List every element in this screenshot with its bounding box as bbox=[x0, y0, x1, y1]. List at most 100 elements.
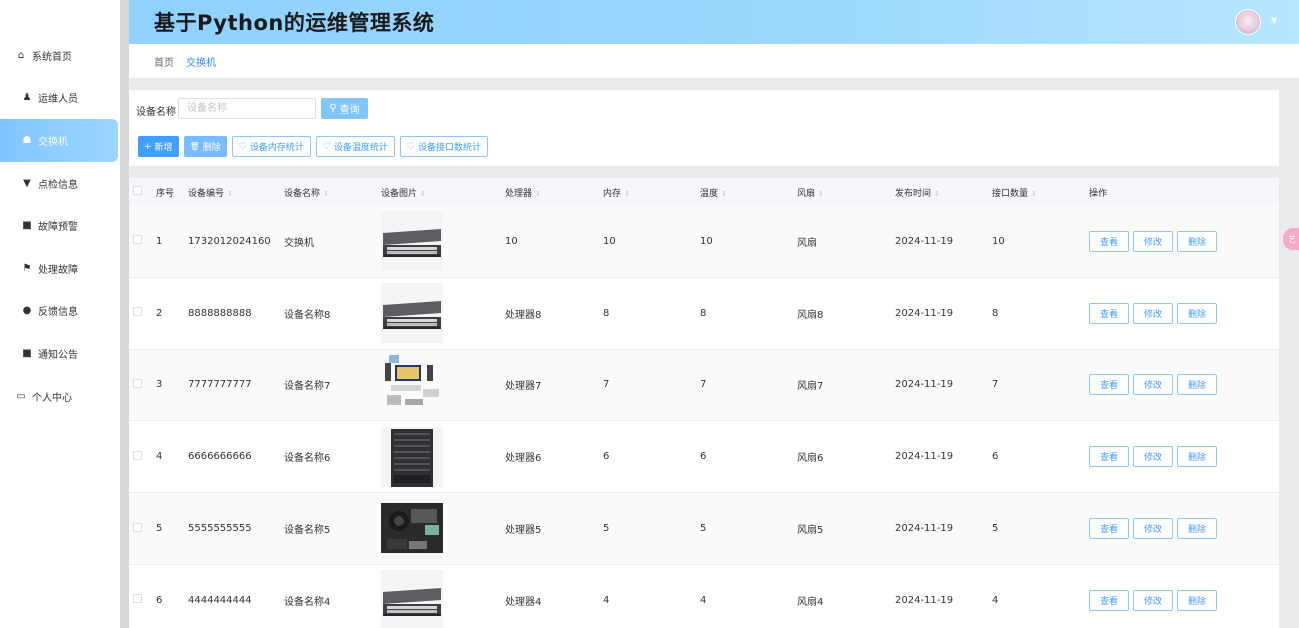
cell-fan: 风扇 bbox=[797, 237, 817, 249]
row-checkbox[interactable] bbox=[133, 235, 142, 245]
table-header: 序号 设备编号 ⇕ 设备名称 ⇕ 设备图片 ⇕ 处理器 ⇕ 内存 ⇕ 温度 ⇕ 风扇 ⇕ 发布… bbox=[129, 178, 1279, 206]
edit-button[interactable]: 修改 bbox=[1133, 374, 1173, 396]
sidebar-item-staff[interactable]: ♟ 运维人员 bbox=[0, 77, 120, 120]
breadcrumb: 首页 交换机 bbox=[129, 44, 1299, 78]
edit-button[interactable]: 修改 bbox=[1133, 589, 1173, 611]
add-button[interactable]: + 新增 bbox=[138, 136, 179, 157]
cell-memory: 10 bbox=[603, 235, 616, 247]
cell-code: 7777777777 bbox=[188, 379, 252, 391]
sidebar-item-fault-warning[interactable]: ■ 故障预警 bbox=[0, 204, 120, 247]
col-cpu[interactable]: 处理器 ⇕ bbox=[505, 186, 603, 199]
row-delete-button[interactable]: 删除 bbox=[1177, 374, 1217, 396]
device-image[interactable] bbox=[381, 283, 443, 344]
sort-icon[interactable]: ⇕ bbox=[721, 190, 727, 198]
funnel-icon: ▼ bbox=[23, 177, 31, 189]
col-cpu-label: 处理器 bbox=[505, 188, 533, 199]
sidebar-scrollbar[interactable] bbox=[120, 0, 129, 628]
table-body: 1 1732012024160 交换机 10 10 10 风扇 2024-11-… bbox=[129, 206, 1279, 628]
device-image[interactable] bbox=[381, 211, 443, 272]
view-button[interactable]: 查看 bbox=[1089, 446, 1129, 468]
row-delete-button[interactable]: 删除 bbox=[1177, 518, 1217, 540]
sidebar-item-feedback[interactable]: ● 反馈信息 bbox=[0, 290, 120, 333]
device-image[interactable] bbox=[381, 498, 443, 559]
bulb-icon: ● bbox=[22, 305, 32, 317]
cell-index: 4 bbox=[156, 451, 163, 463]
avatar[interactable] bbox=[1235, 9, 1261, 35]
sort-icon[interactable]: ⇕ bbox=[818, 190, 824, 198]
view-button[interactable]: 查看 bbox=[1089, 230, 1129, 252]
caret-down-icon[interactable]: ▼ bbox=[1271, 16, 1277, 25]
col-ports-label: 接口数量 bbox=[992, 188, 1029, 199]
view-button[interactable]: 查看 bbox=[1089, 374, 1129, 396]
sort-icon[interactable]: ⇕ bbox=[420, 190, 426, 198]
cell-temperature: 10 bbox=[700, 235, 713, 247]
search-icon: ⚲ bbox=[329, 103, 337, 114]
device-image[interactable] bbox=[381, 426, 443, 487]
col-date[interactable]: 发布时间 ⇕ bbox=[895, 186, 992, 199]
sort-icon[interactable]: ⇕ bbox=[227, 190, 233, 198]
col-memory[interactable]: 内存 ⇕ bbox=[603, 186, 700, 199]
edit-button[interactable]: 修改 bbox=[1133, 518, 1173, 540]
delete-button[interactable]: 🗑 删除 bbox=[183, 136, 227, 157]
col-temperature[interactable]: 温度 ⇕ bbox=[700, 186, 797, 199]
sort-icon[interactable]: ⇕ bbox=[934, 190, 940, 198]
sidebar-item-handle-fault[interactable]: ⚑ 处理故障 bbox=[0, 247, 120, 290]
sidebar-item-notice[interactable]: ■ 通知公告 bbox=[0, 332, 120, 375]
cell-ops: 查看 修改 删除 bbox=[1089, 230, 1259, 252]
row-checkbox[interactable] bbox=[133, 450, 142, 460]
sidebar-item-inspection[interactable]: ▼ 点检信息 bbox=[0, 162, 120, 205]
delete-button-label: 删除 bbox=[202, 143, 221, 153]
device-image[interactable] bbox=[381, 354, 443, 415]
cell-code: 1732012024160 bbox=[188, 235, 271, 247]
row-delete-button[interactable]: 删除 bbox=[1177, 589, 1217, 611]
cell-index: 3 bbox=[156, 379, 163, 391]
toolbar: + 新增 🗑 删除 ♡ 设备内存统计 ♡ 设备温度统计 ♡ 设备接口数统计 bbox=[138, 136, 489, 157]
device-image[interactable] bbox=[381, 570, 443, 628]
edit-button[interactable]: 修改 bbox=[1133, 230, 1173, 252]
col-image[interactable]: 设备图片 ⇕ bbox=[381, 186, 505, 199]
sort-icon[interactable]: ⇕ bbox=[1031, 190, 1037, 198]
sidebar-item-label: 通知公告 bbox=[38, 349, 78, 361]
cell-ports: 4 bbox=[992, 594, 999, 606]
sidebar-item-label: 点检信息 bbox=[38, 179, 78, 191]
cell-ports: 6 bbox=[992, 451, 999, 463]
row-delete-button[interactable]: 删除 bbox=[1177, 446, 1217, 468]
sidebar-item-switch[interactable]: ☗ 交换机 bbox=[0, 119, 118, 162]
heart-icon: ♡ bbox=[238, 141, 247, 152]
sidebar-item-profile[interactable]: ▭ 个人中心 bbox=[0, 375, 120, 418]
col-code[interactable]: 设备编号 ⇕ bbox=[188, 186, 284, 199]
port-stats-button[interactable]: ♡ 设备接口数统计 bbox=[399, 136, 489, 157]
edit-button[interactable]: 修改 bbox=[1133, 302, 1173, 324]
temperature-stats-button[interactable]: ♡ 设备温度统计 bbox=[315, 136, 395, 157]
sort-icon[interactable]: ⇕ bbox=[323, 190, 329, 198]
side-float-tab[interactable]: 艺 bbox=[1283, 228, 1299, 250]
row-delete-button[interactable]: 删除 bbox=[1177, 230, 1217, 252]
sort-icon[interactable]: ⇕ bbox=[535, 190, 541, 198]
search-input[interactable] bbox=[178, 98, 316, 119]
view-button[interactable]: 查看 bbox=[1089, 589, 1129, 611]
select-all-checkbox[interactable] bbox=[133, 186, 142, 195]
row-checkbox[interactable] bbox=[133, 522, 142, 532]
breadcrumb-home[interactable]: 首页 bbox=[154, 54, 174, 69]
col-fan[interactable]: 风扇 ⇕ bbox=[797, 186, 895, 199]
cell-name: 设备名称7 bbox=[284, 381, 331, 393]
row-checkbox[interactable] bbox=[133, 307, 142, 317]
sidebar-item-home[interactable]: ⌂ 系统首页 bbox=[0, 34, 120, 77]
table-row: 1 1732012024160 交换机 10 10 10 风扇 2024-11-… bbox=[129, 206, 1279, 278]
view-button[interactable]: 查看 bbox=[1089, 302, 1129, 324]
col-ports[interactable]: 接口数量 ⇕ bbox=[992, 186, 1089, 199]
row-checkbox[interactable] bbox=[133, 378, 142, 388]
cell-ops: 查看 修改 删除 bbox=[1089, 589, 1259, 611]
sort-icon[interactable]: ⇕ bbox=[624, 190, 630, 198]
add-button-label: 新增 bbox=[154, 143, 173, 153]
col-name[interactable]: 设备名称 ⇕ bbox=[284, 186, 381, 199]
edit-button[interactable]: 修改 bbox=[1133, 446, 1173, 468]
cell-ops: 查看 修改 删除 bbox=[1089, 446, 1259, 468]
view-button[interactable]: 查看 bbox=[1089, 518, 1129, 540]
memory-stats-button[interactable]: ♡ 设备内存统计 bbox=[231, 136, 311, 157]
query-button[interactable]: ⚲ 查询 bbox=[321, 98, 368, 119]
row-delete-button[interactable]: 删除 bbox=[1177, 302, 1217, 324]
cell-code: 5555555555 bbox=[188, 523, 252, 535]
row-checkbox[interactable] bbox=[133, 594, 142, 604]
cell-image bbox=[381, 211, 505, 272]
